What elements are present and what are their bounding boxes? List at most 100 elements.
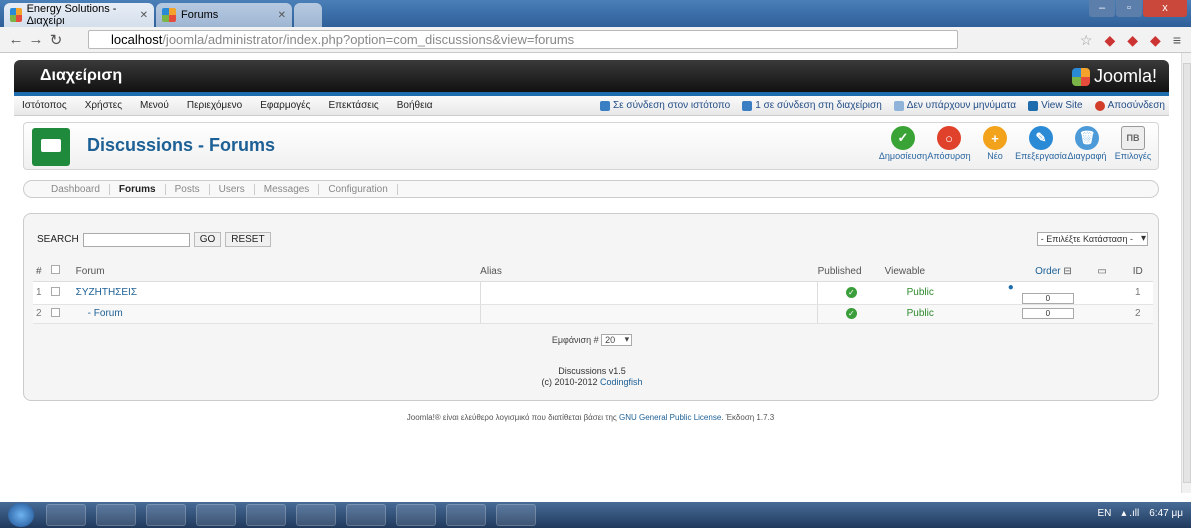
new-button[interactable]: + Νέο [972,126,1018,161]
component-version: Discussions v1.5 (c) 2010-2012 Codingfis… [24,366,1160,388]
close-tab-icon[interactable]: ✕ [278,10,286,21]
row-num: 2 [33,304,52,324]
admin-menu-bar: Ιστότοπος Χρήστες Μενού Περιεχόμενο Εφαρ… [14,96,1169,116]
admin-users-status[interactable]: 1 σε σύνδεση στη διαχείριση [742,100,882,111]
reload-icon[interactable]: ↻ [46,31,66,49]
close-window-button[interactable]: x [1143,0,1187,17]
close-tab-icon[interactable]: ✕ [140,10,148,21]
order-input[interactable]: 0 [1021,292,1074,304]
taskbar-app[interactable] [96,504,136,526]
row-checkout [1081,281,1123,305]
menu-components[interactable]: Εφαρμογές [260,100,310,111]
col-order[interactable]: Order ⊟ [955,262,1082,282]
new-tab-button[interactable] [294,3,322,27]
extension-icon[interactable]: ◆ [1127,32,1138,49]
table-row: 2 - Forum ✓ Public 0 2 [33,304,1153,324]
messages-status[interactable]: Δεν υπάρχουν μηνύματα [893,100,1016,111]
menu-help[interactable]: Βοήθεια [397,100,433,111]
menu-icon[interactable]: ≡ [1173,32,1181,49]
trash-button[interactable]: 🗑 Διαγραφή [1064,126,1110,161]
go-button[interactable]: GO [193,232,222,247]
taskbar-app[interactable] [496,504,536,526]
extension-icon[interactable]: ◆ [1150,32,1161,49]
forward-arrow-icon[interactable]: → [26,31,46,48]
order-input[interactable]: 0 [1021,308,1074,319]
published-check-icon[interactable]: ✓ [845,308,857,319]
browser-tab-active[interactable]: Energy Solutions - Διαχείρι ✕ [4,3,154,27]
submenu-configuration[interactable]: Configuration [319,183,398,195]
address-bar[interactable]: localhost/joomla/administrator/index.php… [88,30,958,49]
toolbar-label: Επιλογές [1114,151,1152,161]
col-published[interactable]: Published [817,262,885,282]
reset-button[interactable]: RESET [225,232,271,247]
col-alias[interactable]: Alias [480,262,818,282]
select-all-checkbox[interactable] [51,265,61,275]
page-scrollbar[interactable] [1181,53,1191,493]
language-indicator[interactable]: EN [1098,508,1112,519]
site-users-status[interactable]: Σε σύνδεση στον ιστότοπο [600,100,730,111]
logout-link[interactable]: Αποσύνδεση [1094,100,1165,111]
row-order: 0 [955,304,1082,324]
col-id[interactable]: ID [1122,262,1153,282]
unpublish-button[interactable]: ○ Απόσυρση [926,126,972,161]
page-title: Discussions - Forums [87,135,276,155]
taskbar-app[interactable] [146,504,186,526]
network-icon[interactable]: ▴ .ıll [1121,508,1139,519]
forums-panel: SEARCH GO RESET - Επιλέξτε Κατάσταση - #… [23,213,1159,401]
row-checkbox[interactable] [51,307,61,317]
forum-name-link[interactable]: - Forum [75,304,481,324]
forum-name-link[interactable]: ΣΥΖΗΤΗΣΕΙΣ [75,281,481,305]
maximize-button[interactable]: ▫ [1116,0,1142,17]
start-button[interactable] [8,503,34,527]
taskbar-app[interactable] [296,504,336,526]
back-arrow-icon[interactable]: ← [6,31,26,48]
browser-tab-forums[interactable]: Forums ✕ [156,3,292,27]
submenu-dashboard[interactable]: Dashboard [42,183,110,195]
limit-select[interactable]: 20 [601,334,633,346]
submenu-forums[interactable]: Forums [110,183,166,195]
version-line: Discussions v1.5 [558,366,626,376]
menu-site[interactable]: Ιστότοπος [22,100,67,111]
row-checkbox[interactable] [51,286,61,296]
move-down-icon[interactable]: ● [1008,282,1014,293]
minimize-button[interactable]: – [1089,0,1115,17]
options-button[interactable]: ΠΒ Επιλογές [1110,126,1156,161]
row-published[interactable]: ✓ [817,281,885,305]
clock[interactable]: 6:47 μμ [1149,508,1183,519]
pagination: Εμφάνιση # 20 [24,334,1160,346]
taskbar-app[interactable] [196,504,236,526]
scrollbar-thumb[interactable] [1183,63,1191,483]
row-checkout [1081,304,1123,324]
toolbar-label: Δημοσίευση [878,151,928,161]
menu-users[interactable]: Χρήστες [85,100,122,111]
star-icon[interactable]: ☆ [1080,32,1093,49]
taskbar-app[interactable] [396,504,436,526]
submenu-posts[interactable]: Posts [166,183,210,195]
toolbar-label: Διαγραφή [1067,151,1107,161]
search-input[interactable] [82,232,190,247]
taskbar-app[interactable] [446,504,486,526]
col-forum[interactable]: Forum [75,262,481,282]
gpl-link[interactable]: GNU General Public License. [619,413,724,422]
taskbar-app[interactable] [46,504,86,526]
extension-icon[interactable]: ◆ [1104,32,1115,49]
col-viewable[interactable]: Viewable [884,262,956,282]
menu-content[interactable]: Περιεχόμενο [187,100,242,111]
view-site-link[interactable]: View Site [1028,100,1083,111]
row-published[interactable]: ✓ [817,304,885,324]
menu-extensions[interactable]: Επεκτάσεις [328,100,378,111]
status-filter-select[interactable]: - Επιλέξτε Κατάσταση - [1036,232,1148,246]
toolbar-label: Νέο [987,151,1003,161]
save-order-icon[interactable]: ⊟ [1063,266,1071,277]
taskbar-app[interactable] [346,504,386,526]
checkout-icon: ▭ [1097,265,1107,277]
menu-menus[interactable]: Μενού [140,100,169,111]
submenu-messages[interactable]: Messages [255,183,320,195]
submenu-users[interactable]: Users [210,183,255,195]
codingfish-link[interactable]: Codingfish [600,377,643,387]
edit-button[interactable]: ✎ Επεξεργασία [1015,126,1067,161]
publish-button[interactable]: ✓ Δημοσίευση [878,126,928,161]
published-check-icon[interactable]: ✓ [845,287,857,298]
unpublish-icon: ○ [937,126,961,150]
taskbar-app[interactable] [246,504,286,526]
